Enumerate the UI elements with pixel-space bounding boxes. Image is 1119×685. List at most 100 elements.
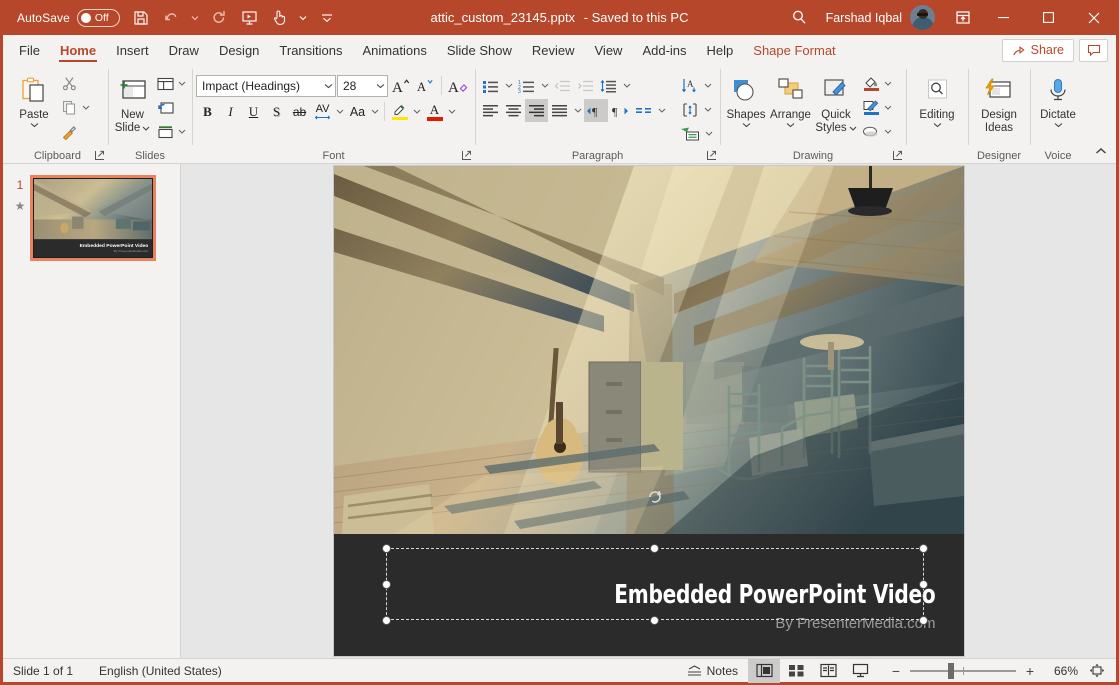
zoom-in-button[interactable]: + (1022, 663, 1038, 679)
section-button[interactable] (153, 120, 188, 143)
zoom-slider-thumb[interactable] (948, 662, 954, 679)
tab-transitions[interactable]: Transitions (269, 35, 352, 65)
autosave-control[interactable]: AutoSave Off (11, 8, 126, 27)
tab-add-ins[interactable]: Add-ins (632, 35, 696, 65)
change-case-button[interactable]: Aa (346, 100, 369, 123)
selection-handle-bottom-center[interactable] (649, 616, 659, 625)
font-size-chevron-down-icon[interactable] (376, 83, 385, 89)
tab-slide-show[interactable]: Slide Show (437, 35, 522, 65)
notes-button[interactable]: Notes (677, 659, 748, 683)
rotation-handle[interactable] (647, 488, 663, 504)
format-painter-button[interactable] (57, 120, 92, 143)
zoom-control[interactable]: − + 66% (876, 662, 1110, 679)
shapes-button[interactable]: Shapes (724, 70, 768, 128)
account-button[interactable]: Farshad Iqbal (820, 5, 945, 30)
fit-to-window-icon[interactable] (1084, 663, 1110, 678)
language-label[interactable]: English (United States) (99, 664, 222, 678)
arrange-button[interactable]: Arrange (768, 70, 813, 128)
new-slide-chevron-down-icon[interactable] (142, 126, 150, 132)
font-name-combo[interactable]: Impact (Headings) (196, 74, 336, 97)
cut-button[interactable] (57, 72, 92, 95)
start-from-beginning-icon[interactable] (235, 4, 264, 32)
copy-button[interactable] (57, 96, 92, 119)
touch-mode-icon[interactable] (265, 4, 294, 32)
tab-review[interactable]: Review (522, 35, 585, 65)
text-highlight-color-button[interactable] (388, 100, 411, 123)
shape-outline-button[interactable] (859, 96, 894, 119)
search-icon[interactable] (780, 0, 820, 35)
align-text-chevron-down-icon[interactable] (701, 98, 714, 121)
columns-button[interactable] (632, 99, 655, 122)
italic-button[interactable]: I (219, 100, 242, 123)
increase-indent-button[interactable] (574, 74, 597, 97)
tab-file[interactable]: File (9, 35, 50, 65)
shape-outline-chevron-down-icon[interactable] (883, 105, 892, 110)
underline-button[interactable]: U (242, 100, 265, 123)
align-left-button[interactable] (479, 99, 502, 122)
animation-star-icon[interactable]: ★ (9, 199, 31, 213)
font-dialog-launcher-icon[interactable] (461, 150, 473, 162)
font-color-button[interactable]: A (423, 100, 446, 123)
customize-qat-icon[interactable] (313, 4, 342, 32)
shape-fill-button[interactable] (859, 72, 894, 95)
maximize-icon[interactable] (1026, 0, 1071, 35)
tab-shape-format[interactable]: Shape Format (743, 35, 845, 65)
new-slide-button[interactable]: New Slide (112, 70, 153, 135)
arrange-chevron-down-icon[interactable] (786, 122, 795, 128)
quick-styles-chevron-down-icon[interactable] (849, 126, 857, 132)
slide-show-view-button[interactable] (844, 659, 876, 683)
slide-count-label[interactable]: Slide 1 of 1 (13, 664, 73, 678)
avatar[interactable] (910, 5, 935, 30)
attic-background-image[interactable] (333, 166, 964, 534)
smartart-chevron-down-icon[interactable] (702, 122, 715, 145)
numbering-chevron-down-icon[interactable] (538, 74, 551, 97)
columns-chevron-down-icon[interactable] (655, 99, 668, 122)
autosave-toggle[interactable]: Off (76, 8, 120, 27)
shapes-chevron-down-icon[interactable] (742, 122, 751, 128)
dictate-button[interactable]: Dictate (1034, 70, 1082, 128)
minimize-icon[interactable] (981, 0, 1026, 35)
slide-thumbnail-pane[interactable]: 1 ★ Embedded PowerPoint Video By Present… (3, 164, 181, 658)
tab-design[interactable]: Design (209, 35, 269, 65)
rtl-text-direction-button[interactable]: ¶ (608, 99, 632, 122)
slide-thumbnail[interactable]: Embedded PowerPoint Video By PresenterMe… (30, 175, 156, 261)
zoom-slider-track[interactable] (910, 662, 1016, 679)
zoom-out-button[interactable]: − (888, 663, 904, 679)
undo-icon[interactable] (157, 4, 186, 32)
character-spacing-button[interactable]: AV (311, 100, 334, 123)
undo-chevron-down-icon[interactable] (187, 4, 204, 32)
character-spacing-chevron-down-icon[interactable] (334, 100, 346, 123)
selection-handle-top-center[interactable] (649, 544, 659, 553)
clear-formatting-button[interactable]: A (446, 74, 472, 97)
slide-sorter-view-button[interactable] (780, 659, 812, 683)
paragraph-dialog-launcher-icon[interactable] (706, 150, 718, 162)
tab-insert[interactable]: Insert (106, 35, 159, 65)
bold-button[interactable]: B (196, 100, 219, 123)
save-icon[interactable] (127, 4, 156, 32)
selection-handle-bottom-right[interactable] (918, 616, 928, 625)
decrease-font-size-button[interactable]: A (414, 74, 437, 97)
font-name-chevron-down-icon[interactable] (324, 83, 333, 89)
slide-title-text[interactable]: Embedded PowerPoint Video (614, 580, 935, 610)
selection-handle-middle-left[interactable] (381, 580, 391, 589)
selection-handle-middle-right[interactable] (918, 580, 928, 589)
convert-to-smartart-button[interactable] (678, 122, 702, 145)
justify-button[interactable] (548, 99, 571, 122)
drawing-dialog-launcher-icon[interactable] (892, 150, 904, 162)
slide-thumbnail-item[interactable]: 1 ★ Embedded PowerPoint Video By Present… (3, 175, 180, 261)
layout-chevron-down-icon[interactable] (177, 81, 186, 86)
zoom-level-label[interactable]: 66% (1044, 664, 1078, 678)
decrease-indent-button[interactable] (551, 74, 574, 97)
copy-chevron-down-icon[interactable] (81, 105, 90, 110)
shape-fill-chevron-down-icon[interactable] (883, 81, 892, 86)
clipboard-dialog-launcher-icon[interactable] (94, 150, 106, 162)
ltr-text-direction-button[interactable]: ¶ (584, 99, 608, 122)
collapse-ribbon-chevron-up-icon[interactable] (1090, 141, 1112, 161)
selection-handle-top-right[interactable] (918, 544, 928, 553)
numbering-button[interactable]: 1 2 3 (515, 74, 538, 97)
center-button[interactable] (502, 99, 525, 122)
text-direction-button[interactable]: A (678, 74, 701, 97)
tab-draw[interactable]: Draw (159, 35, 209, 65)
strikethrough-button[interactable]: ab (288, 100, 311, 123)
paste-button[interactable]: Paste (11, 70, 57, 128)
